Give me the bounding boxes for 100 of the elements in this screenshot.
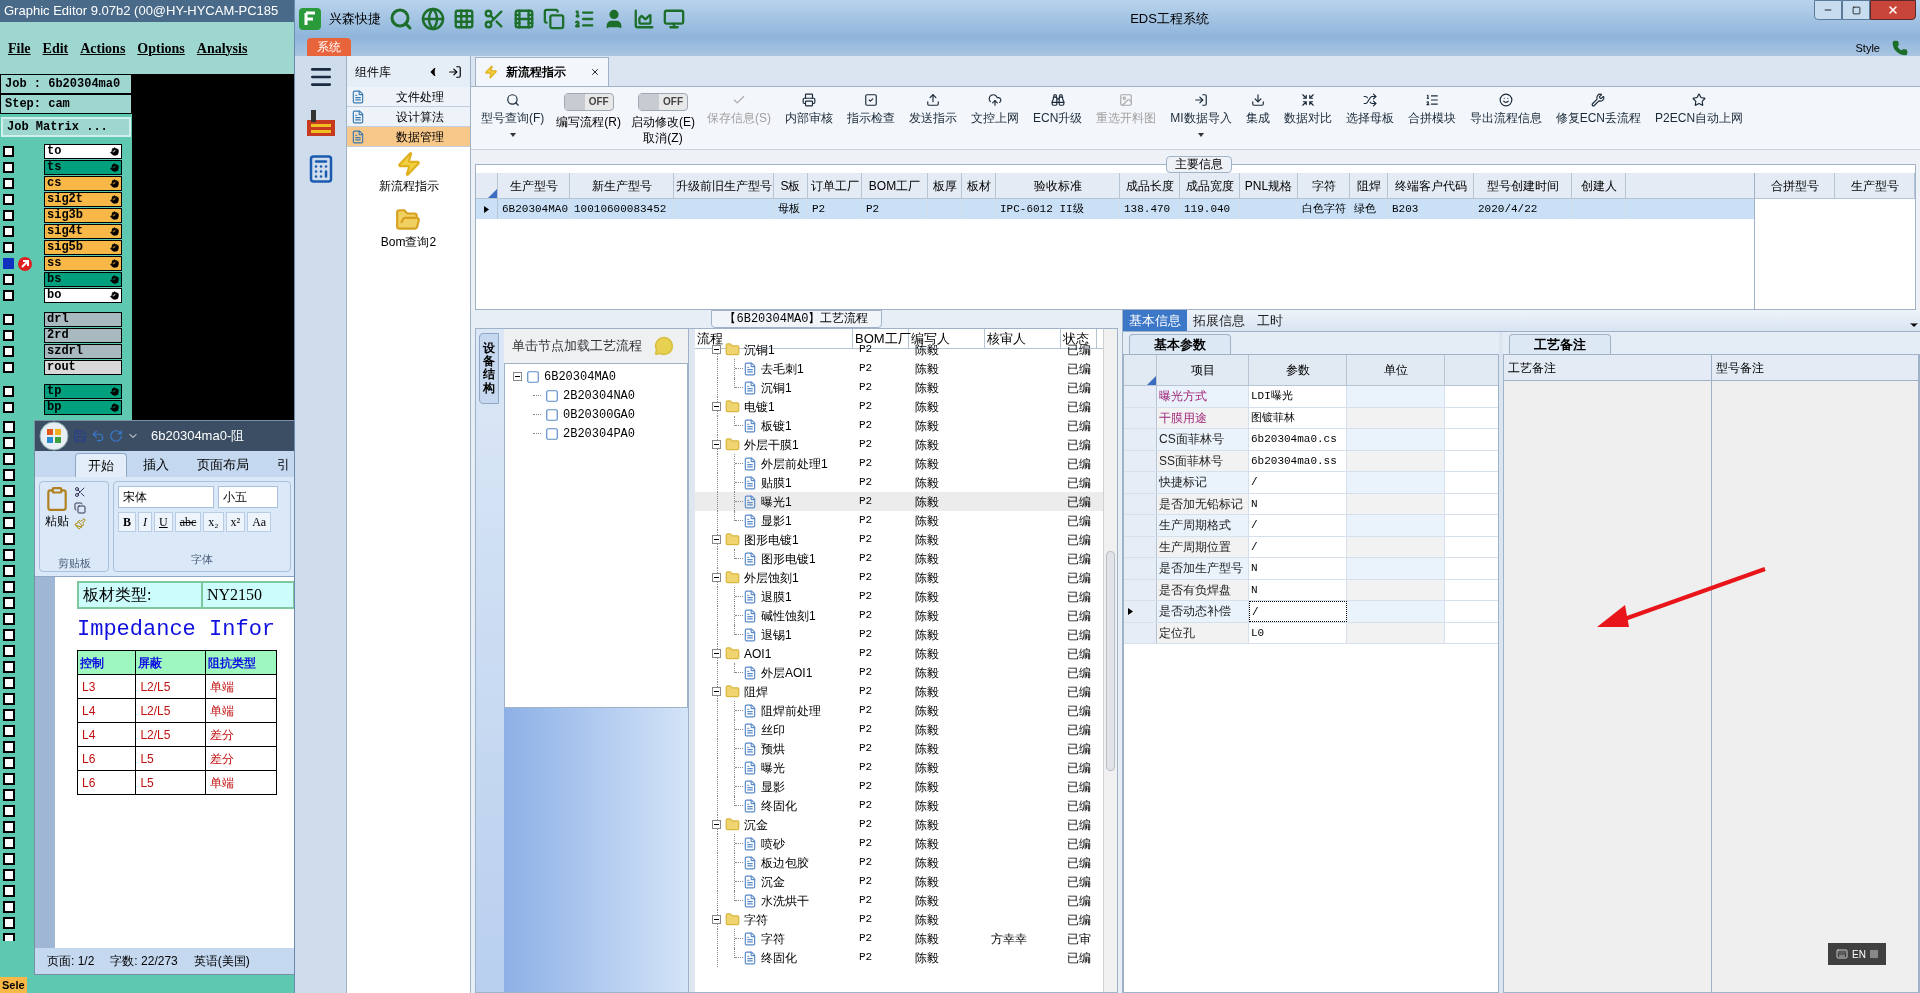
column-header[interactable]: 合拼型号 <box>1755 173 1835 198</box>
process-row[interactable]: 图形电镀1 P2 陈毅 已编 <box>695 530 1103 549</box>
process-row[interactable]: 沉金 P2 陈毅 已编 <box>695 872 1103 891</box>
collapse-icon[interactable] <box>712 402 721 411</box>
format-button[interactable]: x² <box>225 512 246 532</box>
layer-checkbox[interactable] <box>3 178 14 189</box>
column-header[interactable]: S板 <box>774 173 808 198</box>
layer-checkbox[interactable] <box>3 314 14 325</box>
process-row[interactable]: 阻焊 P2 陈毅 已编 <box>695 682 1103 701</box>
maximize-button[interactable] <box>1842 0 1870 20</box>
table-cell[interactable]: / <box>1249 601 1347 622</box>
font-name-field[interactable]: 宋体 <box>118 486 214 508</box>
vertical-tab[interactable]: 设备结构 <box>479 333 499 404</box>
layer-checkbox[interactable] <box>3 242 14 253</box>
layer-row[interactable]: bs <box>44 272 122 287</box>
process-row[interactable]: 外层干膜1 P2 陈毅 已编 <box>695 435 1103 454</box>
layer-checkbox[interactable] <box>3 346 14 357</box>
process-row[interactable]: 图形电镀1 P2 陈毅 已编 <box>695 549 1103 568</box>
column-header[interactable]: 核审人 <box>985 329 1061 348</box>
column-header[interactable]: 新生产型号 <box>570 173 674 198</box>
process-row[interactable]: 曝光1 P2 陈毅 已编 <box>695 492 1103 511</box>
tree-node[interactable]: 2B20304NA0 <box>563 386 635 405</box>
table-cell[interactable]: 图镀菲林 <box>1249 407 1347 428</box>
search-icon[interactable] <box>389 6 413 31</box>
toolbar-button[interactable]: MI数据导入 <box>1164 87 1238 145</box>
ribbon-tab[interactable]: 引 <box>265 453 295 477</box>
toolbar-button[interactable]: 修复ECN丢流程 <box>1549 87 1648 145</box>
format-button[interactable]: Aa <box>247 512 272 532</box>
table-cell[interactable]: / <box>1249 536 1347 557</box>
layer-row[interactable]: sig4t <box>44 224 122 239</box>
column-header[interactable]: 板材 <box>962 173 996 198</box>
column-header[interactable]: 型号创建时间 <box>1474 173 1572 198</box>
column-header[interactable]: 创建人 <box>1572 173 1626 198</box>
menu-item[interactable]: Edit <box>42 37 69 59</box>
tab[interactable]: 工艺备注 <box>1509 334 1611 354</box>
toolbar-button[interactable]: 合拼模块 <box>1401 87 1462 145</box>
format-button[interactable]: B <box>118 512 136 532</box>
layer-row[interactable]: to <box>44 144 122 159</box>
ribbon-tab[interactable]: 开始 <box>75 453 127 477</box>
cut-icon[interactable] <box>74 486 86 498</box>
toolbar-button[interactable]: 文控上网 <box>965 87 1025 145</box>
collapse-icon[interactable] <box>712 345 721 354</box>
column-header[interactable]: 型号备注 <box>1711 355 1918 381</box>
column-header[interactable]: 板厚 <box>928 173 962 198</box>
tab[interactable]: 基本信息 <box>1123 310 1187 331</box>
layer-checkbox[interactable] <box>3 274 14 285</box>
monitor-icon[interactable] <box>663 7 685 30</box>
column-header[interactable]: 订单工厂 <box>808 173 862 198</box>
process-row[interactable]: 喷砂 P2 陈毅 已编 <box>695 834 1103 853</box>
office-button-icon[interactable] <box>39 421 69 451</box>
collapse-icon[interactable] <box>712 573 721 582</box>
tab[interactable]: 工时 <box>1251 310 1289 331</box>
process-row[interactable]: 板边包胶 P2 陈毅 已编 <box>695 853 1103 872</box>
column-header[interactable]: 验收标准 <box>996 173 1120 198</box>
layer-checkbox[interactable] <box>3 386 14 397</box>
process-row[interactable]: AOI1 P2 陈毅 已编 <box>695 644 1103 663</box>
pin-icon[interactable] <box>448 64 462 79</box>
font-size-field[interactable]: 小五 <box>218 486 278 508</box>
ribbon-tab[interactable]: 页面布局 <box>185 453 261 477</box>
process-row[interactable]: 字符 P2 陈毅 方幸幸 已审 <box>695 929 1103 948</box>
process-row[interactable]: 退膜1 P2 陈毅 已编 <box>695 587 1103 606</box>
scrollbar[interactable] <box>1103 329 1117 992</box>
layer-row[interactable]: drl <box>44 312 122 327</box>
column-header[interactable]: 工艺备注 <box>1504 355 1711 381</box>
column-header[interactable]: 成品宽度 <box>1180 173 1240 198</box>
toolbar-button[interactable]: ECN升级 <box>1027 87 1089 145</box>
column-header[interactable]: 参数 <box>1249 355 1347 385</box>
process-row[interactable]: 外层AOI1 P2 陈毅 已编 <box>695 663 1103 682</box>
process-row[interactable]: 字符 P2 陈毅 已编 <box>695 910 1103 929</box>
tree-node[interactable]: 2B20304PA0 <box>563 424 635 443</box>
library-item[interactable]: 设计算法 <box>347 107 470 127</box>
column-header[interactable]: 终端客户代码 <box>1388 173 1474 198</box>
process-row[interactable]: 碱性蚀刻1 P2 陈毅 已编 <box>695 606 1103 625</box>
paste-button[interactable]: 粘贴 <box>44 482 70 555</box>
table-cell[interactable]: N <box>1249 579 1347 600</box>
process-row[interactable]: 沉铜1 P2 陈毅 已编 <box>695 378 1103 397</box>
collapse-icon[interactable] <box>513 372 522 381</box>
column-header[interactable]: 生产型号 <box>498 173 570 198</box>
toolbar-button[interactable]: 数据对比 <box>1277 87 1338 145</box>
process-row[interactable]: 阻焊前处理 P2 陈毅 已编 <box>695 701 1103 720</box>
format-button[interactable]: I <box>138 512 152 532</box>
tree-node[interactable]: 6B20304MA0 <box>544 367 616 386</box>
table-cell[interactable]: 6b20304ma0.cs <box>1249 429 1347 450</box>
process-row[interactable]: 板镀1 P2 陈毅 已编 <box>695 416 1103 435</box>
layer-row[interactable]: sig2t <box>44 192 122 207</box>
toolbar-button[interactable]: 发送指示 <box>903 87 963 145</box>
menu-item[interactable]: Analysis <box>196 37 248 59</box>
collapse-icon[interactable] <box>712 440 721 449</box>
toggle-switch[interactable]: OFF <box>638 93 688 111</box>
globe-icon[interactable] <box>421 6 445 31</box>
ribbon-tab[interactable]: 插入 <box>131 453 181 477</box>
copy-icon[interactable] <box>74 502 86 514</box>
table-cell[interactable]: / <box>1249 515 1347 536</box>
layer-row[interactable]: tp <box>44 384 122 399</box>
document-tab[interactable]: 新流程指示 <box>475 57 609 86</box>
process-row[interactable]: 外层蚀刻1 P2 陈毅 已编 <box>695 568 1103 587</box>
column-header[interactable]: 成品长度 <box>1120 173 1180 198</box>
column-header[interactable]: PNL规格 <box>1240 173 1298 198</box>
format-button[interactable]: U <box>154 512 173 532</box>
row-header[interactable] <box>1124 601 1157 622</box>
